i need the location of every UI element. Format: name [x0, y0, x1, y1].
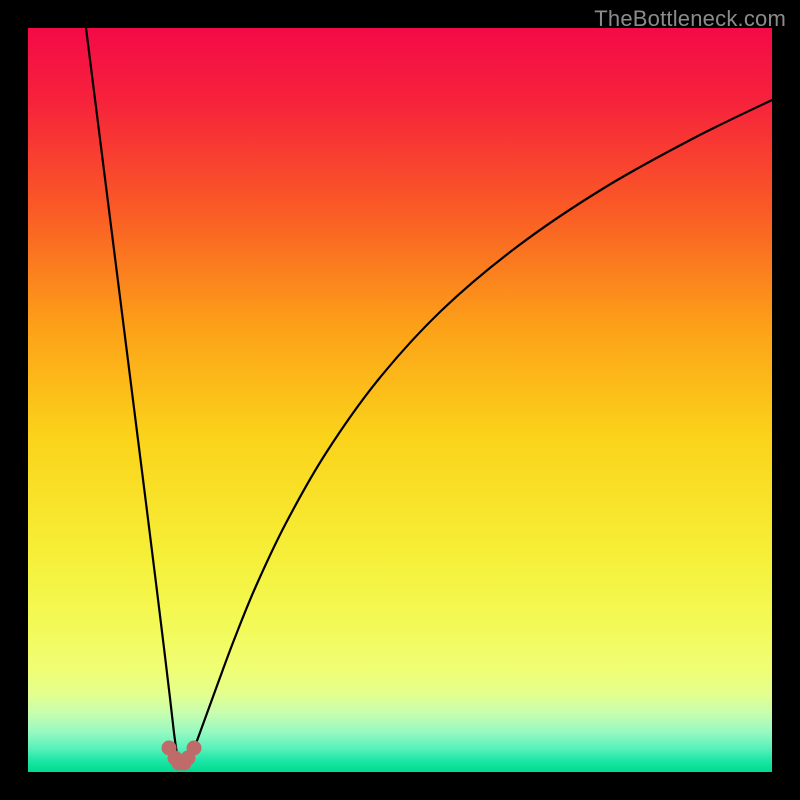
plot-area: [28, 28, 772, 772]
curve-layer: [28, 28, 772, 772]
watermark-text: TheBottleneck.com: [594, 6, 786, 32]
bottom-marker-cluster: [162, 741, 201, 770]
marker-dot: [187, 741, 201, 755]
curve-right-branch: [188, 100, 772, 764]
curve-left-branch: [86, 28, 179, 764]
outer-frame: TheBottleneck.com: [0, 0, 800, 800]
